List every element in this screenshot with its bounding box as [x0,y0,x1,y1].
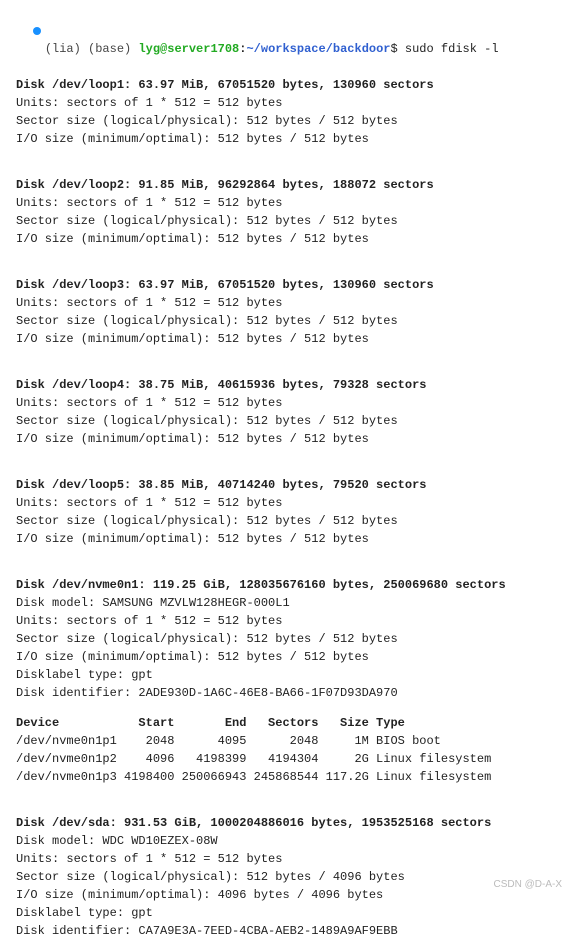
prompt-env: (lia) (base) [45,42,139,56]
disk-line: Units: sectors of 1 * 512 = 512 bytes [16,194,562,212]
terminal-output: (lia) (base) lyg@server1708:~/workspace/… [0,0,570,944]
disk-line: Sector size (logical/physical): 512 byte… [16,212,562,230]
disk-header: Disk /dev/loop2: 91.85 MiB, 96292864 byt… [16,176,562,194]
disk-header: Disk /dev/loop5: 38.85 MiB, 40714240 byt… [16,476,562,494]
watermark-text: CSDN @D-A-X [494,877,563,892]
disk-header: Disk /dev/loop4: 38.75 MiB, 40615936 byt… [16,376,562,394]
prompt-dollar: $ [391,42,405,56]
disk-block-loop3: Disk /dev/loop3: 63.97 MiB, 67051520 byt… [16,276,562,348]
disk-line: I/O size (minimum/optimal): 512 bytes / … [16,430,562,448]
disk-line: Units: sectors of 1 * 512 = 512 bytes [16,294,562,312]
disk-line: I/O size (minimum/optimal): 512 bytes / … [16,130,562,148]
table-row: /dev/nvme0n1p3 4198400 250066943 2458685… [16,768,562,786]
disk-line: I/O size (minimum/optimal): 512 bytes / … [16,648,562,666]
disk-block-nvme0n1: Disk /dev/nvme0n1: 119.25 GiB, 128035676… [16,576,562,702]
disk-line: Disklabel type: gpt [16,666,562,684]
bullet-icon [33,27,41,35]
prompt-user-host: lyg@server1708 [138,42,239,56]
disk-header: Disk /dev/nvme0n1: 119.25 GiB, 128035676… [16,576,562,594]
disk-header: Disk /dev/loop3: 63.97 MiB, 67051520 byt… [16,276,562,294]
disk-line: I/O size (minimum/optimal): 512 bytes / … [16,530,562,548]
disk-block-loop4: Disk /dev/loop4: 38.75 MiB, 40615936 byt… [16,376,562,448]
disk-line: Disk model: SAMSUNG MZVLW128HEGR-000L1 [16,594,562,612]
disk-line: I/O size (minimum/optimal): 4096 bytes /… [16,886,562,904]
disk-line: Sector size (logical/physical): 512 byte… [16,512,562,530]
disk-line: I/O size (minimum/optimal): 512 bytes / … [16,330,562,348]
command-text: sudo fdisk -l [405,42,499,56]
prompt-path: ~/workspace/backdoor [246,42,390,56]
disk-line: Units: sectors of 1 * 512 = 512 bytes [16,94,562,112]
disk-line: I/O size (minimum/optimal): 512 bytes / … [16,230,562,248]
disk-line: Units: sectors of 1 * 512 = 512 bytes [16,394,562,412]
disk-line: Sector size (logical/physical): 512 byte… [16,412,562,430]
prompt-line: (lia) (base) lyg@server1708:~/workspace/… [16,4,562,76]
disk-block-loop2: Disk /dev/loop2: 91.85 MiB, 96292864 byt… [16,176,562,248]
disk-line: Sector size (logical/physical): 512 byte… [16,312,562,330]
table-row: /dev/nvme0n1p1 2048 4095 2048 1M BIOS bo… [16,732,562,750]
table-header: Device Start End Sectors Size Type [16,714,562,732]
disk-line: Units: sectors of 1 * 512 = 512 bytes [16,850,562,868]
partition-table: Device Start End Sectors Size Type /dev/… [16,714,562,786]
disk-block-sda: Disk /dev/sda: 931.53 GiB, 1000204886016… [16,814,562,940]
disk-line: Units: sectors of 1 * 512 = 512 bytes [16,612,562,630]
disk-line: Disklabel type: gpt [16,904,562,922]
disk-line: Disk identifier: CA7A9E3A-7EED-4CBA-AEB2… [16,922,562,940]
disk-line: Sector size (logical/physical): 512 byte… [16,868,562,886]
disk-block-loop1: Disk /dev/loop1: 63.97 MiB, 67051520 byt… [16,76,562,148]
disk-header: Disk /dev/loop1: 63.97 MiB, 67051520 byt… [16,76,562,94]
disk-line: Disk model: WDC WD10EZEX-08W [16,832,562,850]
disk-header: Disk /dev/sda: 931.53 GiB, 1000204886016… [16,814,562,832]
disk-block-loop5: Disk /dev/loop5: 38.85 MiB, 40714240 byt… [16,476,562,548]
disk-line: Units: sectors of 1 * 512 = 512 bytes [16,494,562,512]
disk-line: Sector size (logical/physical): 512 byte… [16,112,562,130]
disk-line: Sector size (logical/physical): 512 byte… [16,630,562,648]
disk-line: Disk identifier: 2ADE930D-1A6C-46E8-BA66… [16,684,562,702]
table-row: /dev/nvme0n1p2 4096 4198399 4194304 2G L… [16,750,562,768]
